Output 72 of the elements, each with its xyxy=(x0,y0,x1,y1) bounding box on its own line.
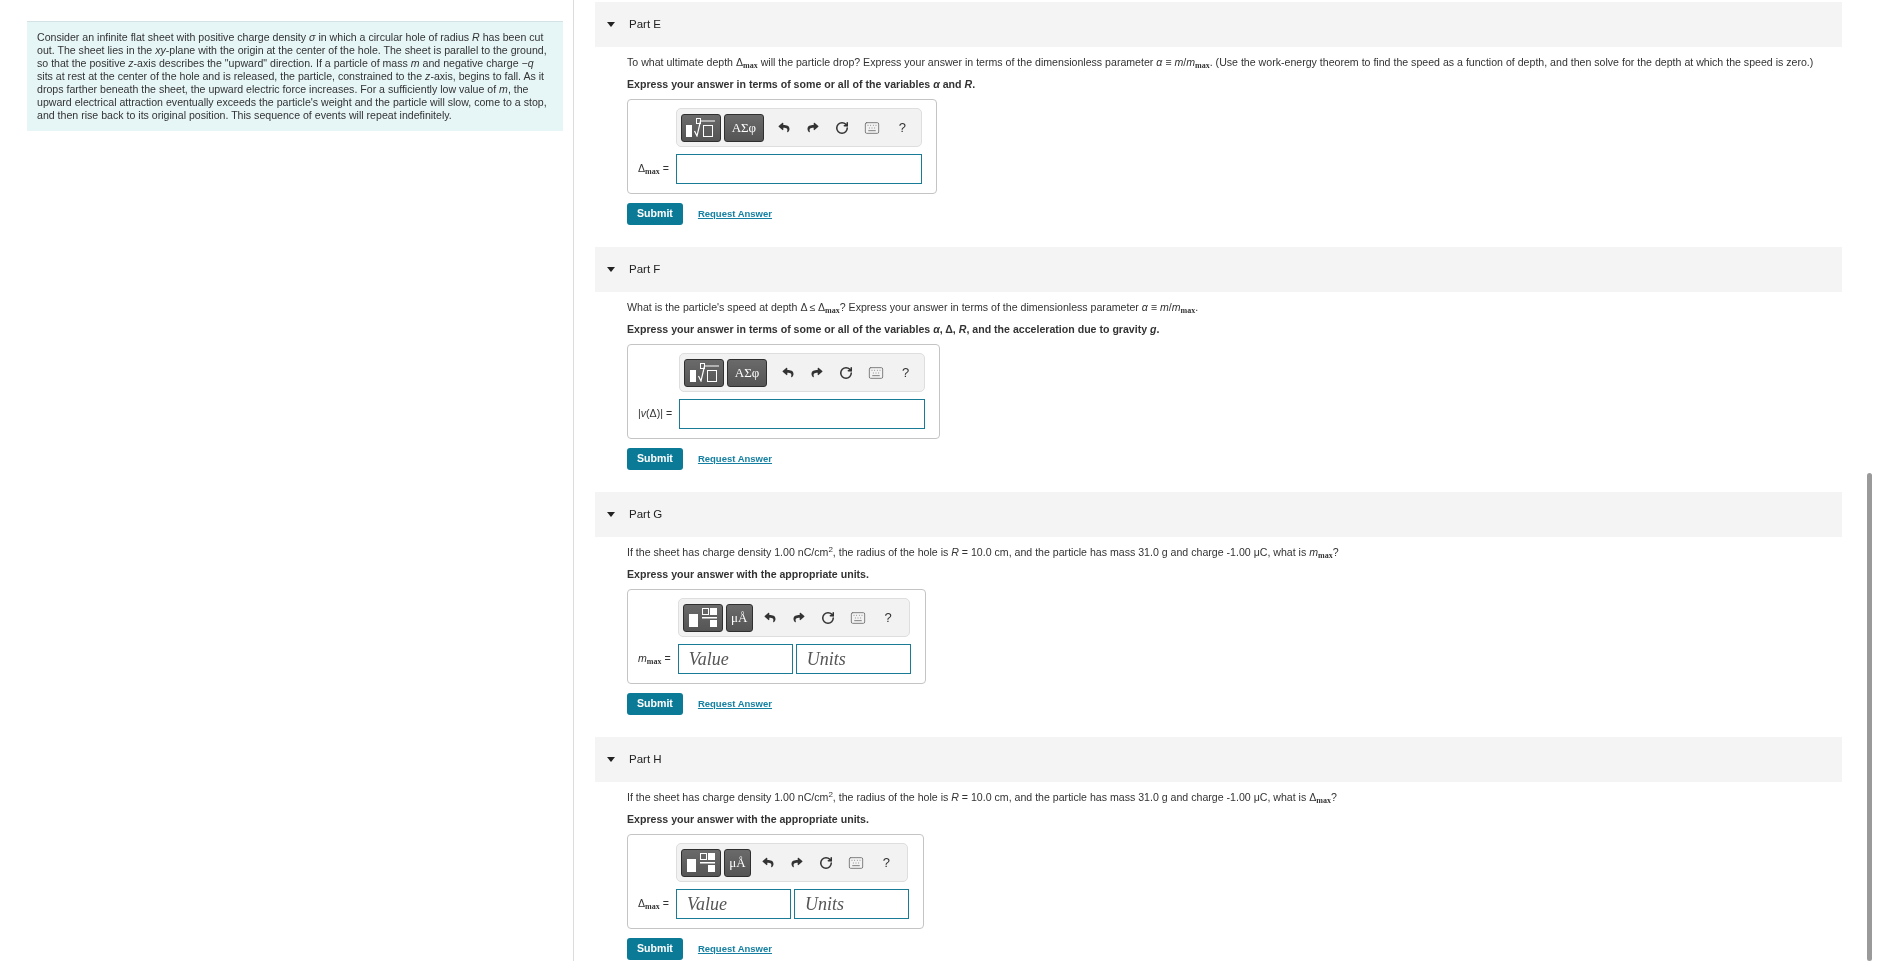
redo-icon[interactable] xyxy=(791,857,804,868)
redo-icon[interactable] xyxy=(810,367,823,378)
help-button[interactable]: ? xyxy=(884,611,892,624)
answer-input[interactable] xyxy=(679,399,926,429)
value-input[interactable]: Value xyxy=(677,644,793,674)
caret-down-icon[interactable] xyxy=(607,757,615,762)
units-input[interactable]: Units xyxy=(795,644,911,674)
units-template-icon xyxy=(688,608,717,627)
question-text: If the sheet has charge density 1.00 nC/cm$^{2}$, the radius of the hole is R = 10.0 cm, and the particle has mass 31.0 g and charge -1.00 μC, what is m$_{max}$? xyxy=(627,546,1340,559)
redo-icon[interactable] xyxy=(807,122,820,133)
templates-button[interactable] xyxy=(680,113,721,142)
answer-label: Δ$_{max}$ = xyxy=(638,896,670,912)
part-title: Part E xyxy=(629,16,661,32)
help-button[interactable]: ? xyxy=(898,121,906,134)
help-button[interactable]: ? xyxy=(882,856,890,869)
answer-instruction: Express your answer with the appropriate units. xyxy=(627,568,870,581)
question-text: To what ultimate depth Δ$_{max}$ will the particle drop? Express your answer in terms of the dimensionless parameter α ≡ m/m$_{max}$. (Use the work-energy theorem to find the speed as a function of depth, and then solve for the depth at which the speed is zero.) xyxy=(627,56,1815,69)
request-answer-link[interactable]: Request Answer xyxy=(697,206,772,222)
submit-button[interactable]: Submit xyxy=(627,693,683,715)
part-header[interactable]: Part H xyxy=(595,737,1842,782)
submit-button[interactable]: Submit xyxy=(627,448,683,470)
undo-icon[interactable] xyxy=(781,367,794,378)
symbols-button[interactable]: μÅ xyxy=(723,848,751,877)
undo-icon[interactable] xyxy=(778,122,791,133)
reset-icon[interactable] xyxy=(819,855,834,870)
symbols-button[interactable]: μÅ xyxy=(725,603,753,632)
request-answer-link[interactable]: Request Answer xyxy=(697,696,772,712)
request-answer-link[interactable]: Request Answer xyxy=(697,451,772,467)
caret-down-icon[interactable] xyxy=(607,267,615,272)
answer-input[interactable] xyxy=(675,154,922,184)
reset-icon[interactable] xyxy=(821,610,836,625)
reset-icon[interactable] xyxy=(838,365,853,380)
templates-button[interactable] xyxy=(684,358,725,387)
part-header[interactable]: Part G xyxy=(595,492,1842,537)
caret-down-icon[interactable] xyxy=(607,22,615,27)
answer-instruction: Express your answer in terms of some or all of the variables α, Δ, R, and the acceleration due to gravity g. xyxy=(627,323,1161,336)
problem-statement: Consider an infinite flat sheet with positive charge density σ in which a circular hole of radius R has been cut out. The sheet lies in the xy-plane with the origin at the center of the hole. The sheet is parallel to the ground, so that the positive z-axis describes the "upward" direction. If a particle of mass m and negative charge −q sits at rest at the center of the hole and is released, the particle, constrained to the z-axis, begins to fall. As it drops farther beneath the sheet, the upward electric force increases. For a sufficiently low value of m, the upward electrical attraction eventually exceeds the particle's weight and the particle will slow, come to a stop, and then rise back to its original position. This sequence of events will repeat indefinitely. xyxy=(27,21,563,131)
units-input[interactable]: Units xyxy=(793,889,909,919)
templates-button[interactable] xyxy=(682,603,723,632)
request-answer-link[interactable]: Request Answer xyxy=(697,941,772,957)
question-text: What is the particle's speed at depth Δ ≤ Δ$_{max}$? Express your answer in terms of the dimensionless parameter α ≡ m/m$_{max}$. xyxy=(627,301,1200,314)
square-root-template-icon xyxy=(689,363,719,382)
part-title: Part H xyxy=(629,751,662,767)
keyboard-icon[interactable] xyxy=(867,364,884,381)
keyboard-icon[interactable] xyxy=(850,609,867,626)
answer-label: Δ$_{max}$ = xyxy=(638,161,670,177)
value-input[interactable]: Value xyxy=(675,889,791,919)
keyboard-icon[interactable] xyxy=(864,119,881,136)
units-template-icon xyxy=(686,853,715,872)
answer-label: |v(Δ)| = xyxy=(638,406,674,422)
scrollbar-thumb[interactable] xyxy=(1867,473,1872,961)
help-button[interactable]: ? xyxy=(901,366,910,379)
submit-button[interactable]: Submit xyxy=(627,203,683,225)
square-root-template-icon xyxy=(686,118,716,137)
submit-button[interactable]: Submit xyxy=(627,938,683,960)
symbols-button[interactable]: ΑΣφ xyxy=(727,358,768,387)
answer-label: m$_{max}$ = xyxy=(638,651,672,667)
answer-instruction: Express your answer in terms of some or all of the variables α and R. xyxy=(627,78,977,91)
keyboard-icon[interactable] xyxy=(848,854,865,871)
undo-icon[interactable] xyxy=(764,612,777,623)
reset-icon[interactable] xyxy=(835,120,850,135)
symbols-button[interactable]: ΑΣφ xyxy=(723,113,764,142)
caret-down-icon[interactable] xyxy=(607,512,615,517)
part-title: Part G xyxy=(629,506,663,522)
question-text: If the sheet has charge density 1.00 nC/cm$^{2}$, the radius of the hole is R = 10.0 cm, and the particle has mass 31.0 g and charge -1.00 μC, what is Δ$_{max}$? xyxy=(627,791,1338,804)
part-header[interactable]: Part E xyxy=(595,2,1842,47)
part-header[interactable]: Part F xyxy=(595,247,1842,292)
answer-instruction: Express your answer with the appropriate units. xyxy=(627,813,870,826)
undo-icon[interactable] xyxy=(762,857,775,868)
redo-icon[interactable] xyxy=(793,612,806,623)
part-title: Part F xyxy=(629,261,661,277)
templates-button[interactable] xyxy=(680,848,721,877)
